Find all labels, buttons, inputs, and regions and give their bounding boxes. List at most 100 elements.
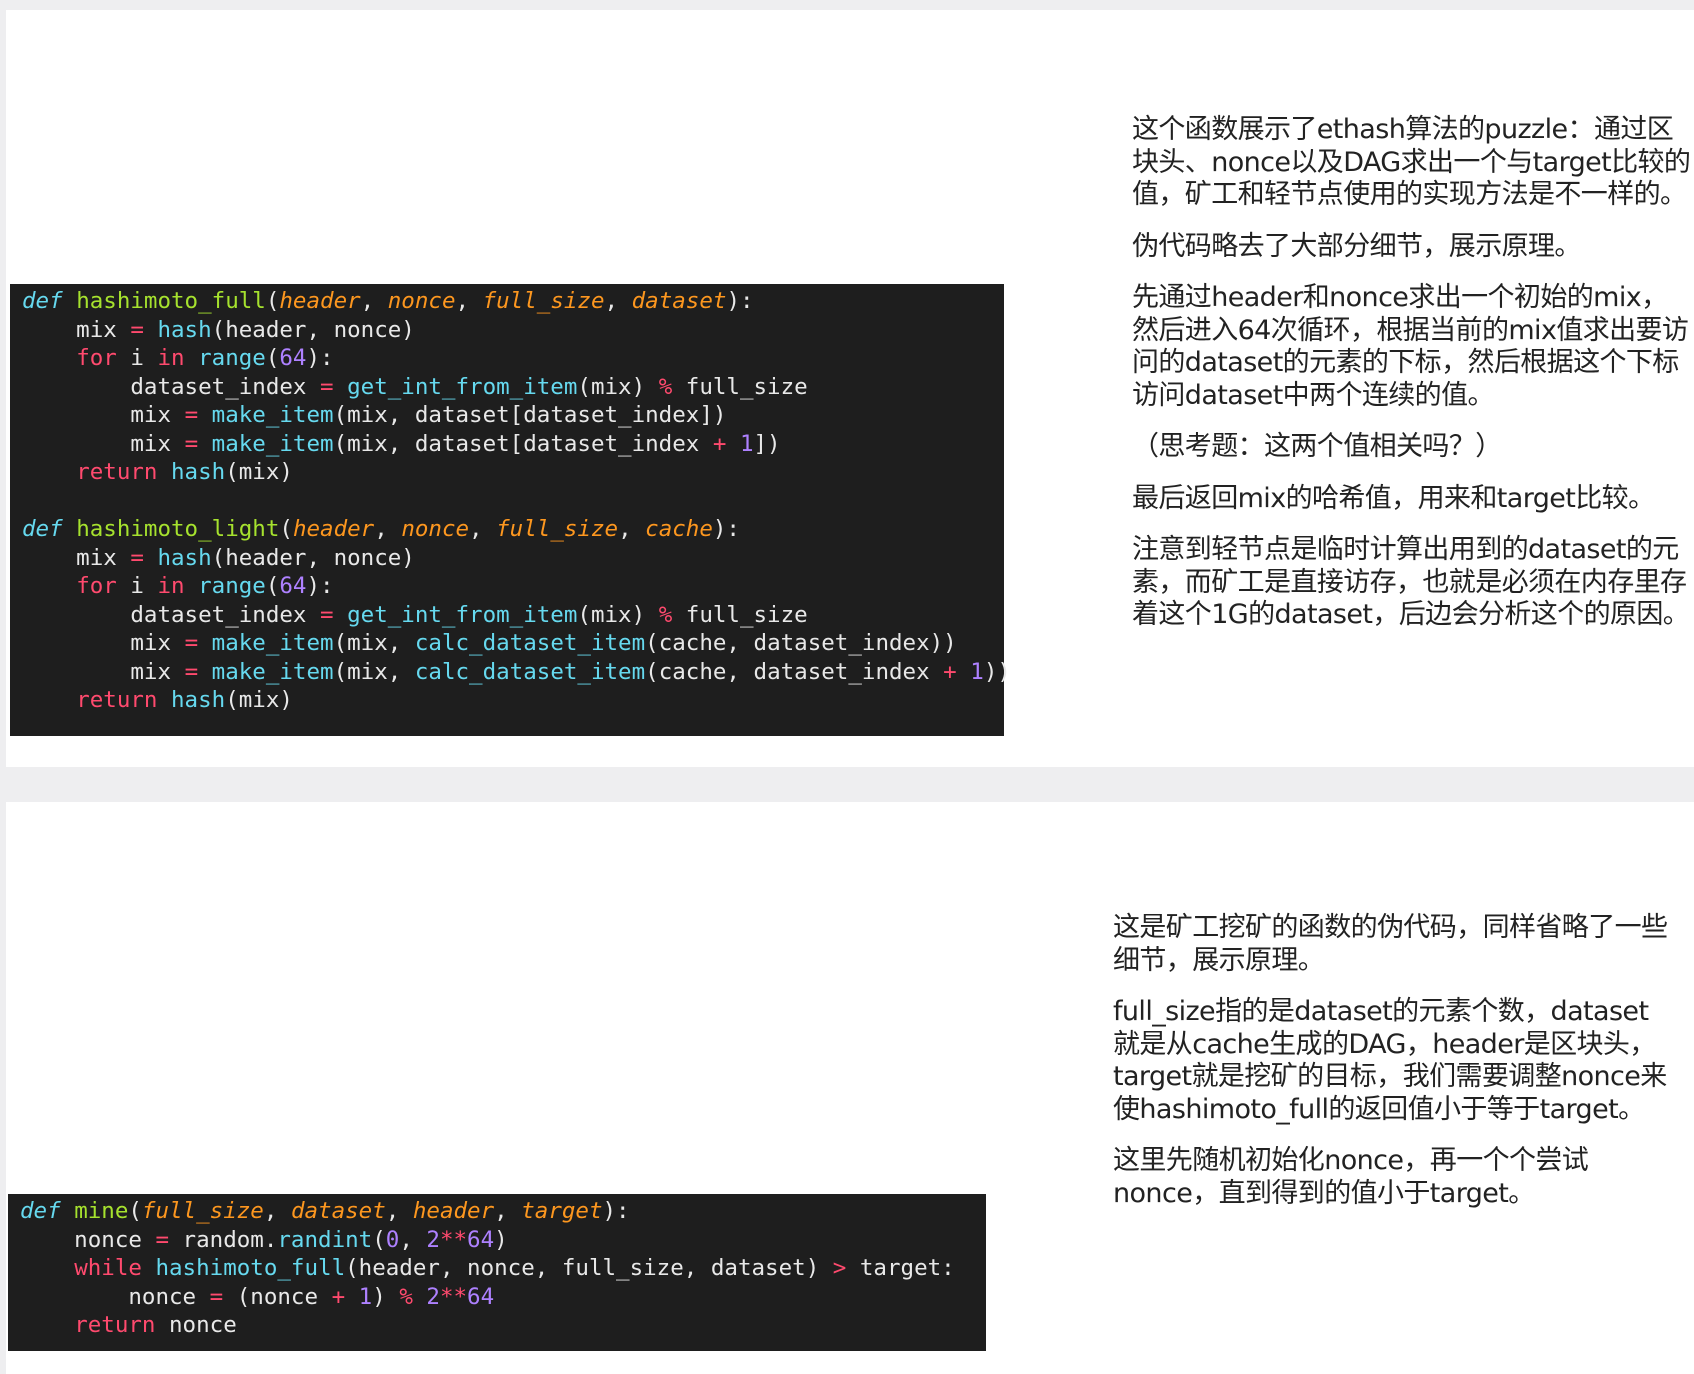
code-token: full_size: [482, 288, 605, 314]
code-token: header: [412, 1198, 495, 1224]
code-token: mix: [22, 544, 131, 571]
code-line: return nonce: [20, 1311, 986, 1340]
code-token: =: [130, 316, 144, 343]
code-token: =: [184, 658, 199, 685]
code-token: (: [128, 1198, 142, 1224]
code-token: (mix,: [333, 658, 415, 685]
code-token: hashimoto_light: [76, 516, 280, 542]
code-token: 64: [467, 1283, 495, 1310]
note-paragraph: 注意到轻节点是临时计算出用到的dataset的元素，而矿工是直接访存，也就是必须…: [1132, 534, 1690, 630]
code-token: nonce: [155, 1312, 237, 1338]
code-token: (: [279, 516, 293, 542]
code-token: **: [439, 1283, 468, 1310]
code-token: 1: [739, 430, 754, 457]
code-token: randint: [277, 1226, 373, 1253]
code-token: hash: [171, 459, 226, 485]
code-line: while hashimoto_full(header, nonce, full…: [20, 1254, 986, 1283]
code-token: (mix): [225, 687, 293, 713]
code-token: make_item: [211, 430, 334, 457]
code-token: ,: [385, 1198, 413, 1224]
code-token: mix: [22, 402, 185, 428]
code-token: (nonce: [223, 1283, 332, 1310]
code-token: =: [320, 373, 334, 400]
code-token: (cache, dataset_index: [645, 658, 944, 685]
code-line: return hash(mix): [22, 686, 1004, 715]
code-token: 2: [426, 1226, 440, 1253]
code-token: while: [74, 1255, 142, 1281]
code-token: for: [76, 345, 117, 371]
slide-notes-mine: 这是矿工挖矿的函数的伪代码，同样省略了一些细节，展示原理。 full_size指…: [1113, 912, 1673, 1229]
code-token: ,: [263, 1198, 291, 1224]
code-block-mine: def mine(full_size, dataset, header, tar…: [8, 1194, 986, 1351]
code-token: =: [184, 430, 199, 457]
note-paragraph: 这是矿工挖矿的函数的伪代码，同样省略了一些细节，展示原理。: [1113, 912, 1668, 976]
code-token: header: [279, 288, 361, 314]
code-token: def: [22, 288, 63, 314]
code-token: mine: [74, 1198, 129, 1224]
code-token: full_size: [496, 516, 619, 542]
code-line: for i in range(64):: [22, 572, 1004, 601]
code-token: ):: [602, 1198, 630, 1224]
code-token: hashimoto_full: [155, 1255, 346, 1281]
code-token: def: [22, 516, 63, 542]
code-token: random.: [169, 1226, 278, 1253]
code-token: hashimoto_full: [76, 288, 266, 314]
code-token: full_size: [672, 373, 808, 400]
code-token: (mix, dataset[dataset_index]): [333, 402, 727, 428]
code-token: nonce: [20, 1226, 156, 1253]
code-token: 64: [279, 345, 307, 371]
code-token: ,: [618, 516, 646, 542]
code-token: header: [292, 516, 375, 542]
code-token: calc_dataset_item: [414, 658, 646, 685]
code-token: =: [155, 1226, 170, 1253]
code-token: (mix, dataset[dataset_index: [333, 430, 713, 457]
code-token: make_item: [211, 402, 334, 428]
code-token: >: [832, 1255, 847, 1281]
code-token: range: [198, 573, 266, 599]
code-line: return hash(mix): [22, 458, 1004, 487]
code-token: 1: [970, 658, 984, 685]
code-line: mix = make_item(mix, calc_dataset_item(c…: [22, 658, 1011, 687]
code-line: def hashimoto_full(header, nonce, full_s…: [22, 287, 1004, 316]
code-token: make_item: [211, 658, 334, 685]
code-token: hash: [171, 687, 226, 713]
code-token: ):: [712, 516, 740, 542]
code-token: ,: [604, 288, 632, 314]
code-token: dataset: [631, 288, 727, 314]
code-token: %: [658, 373, 673, 400]
slide-hashimoto: def hashimoto_full(header, nonce, full_s…: [6, 10, 1694, 767]
code-token: ):: [726, 288, 754, 314]
code-token: 64: [467, 1226, 495, 1253]
note-paragraph: 这个函数展示了ethash算法的puzzle：通过区块头、nonce以及DAG求…: [1132, 114, 1691, 210]
code-token: mix: [22, 630, 185, 656]
code-token: i: [116, 345, 158, 371]
code-line: mix = make_item(mix, dataset[dataset_ind…: [22, 401, 1004, 430]
code-line: mix = make_item(mix, calc_dataset_item(c…: [22, 629, 1004, 658]
code-token: for: [76, 573, 117, 599]
code-token: (: [265, 345, 280, 371]
code-token: def: [20, 1198, 61, 1224]
code-token: return: [76, 459, 158, 485]
slide-notes-hashimoto: 这个函数展示了ethash算法的puzzle：通过区块头、nonce以及DAG求…: [1132, 114, 1692, 651]
code-token: target: [521, 1198, 603, 1224]
slide-mine: def mine(full_size, dataset, header, tar…: [6, 802, 1694, 1374]
code-token: full_size: [672, 601, 808, 628]
code-token: 2: [426, 1283, 440, 1310]
code-token: =: [320, 601, 334, 628]
